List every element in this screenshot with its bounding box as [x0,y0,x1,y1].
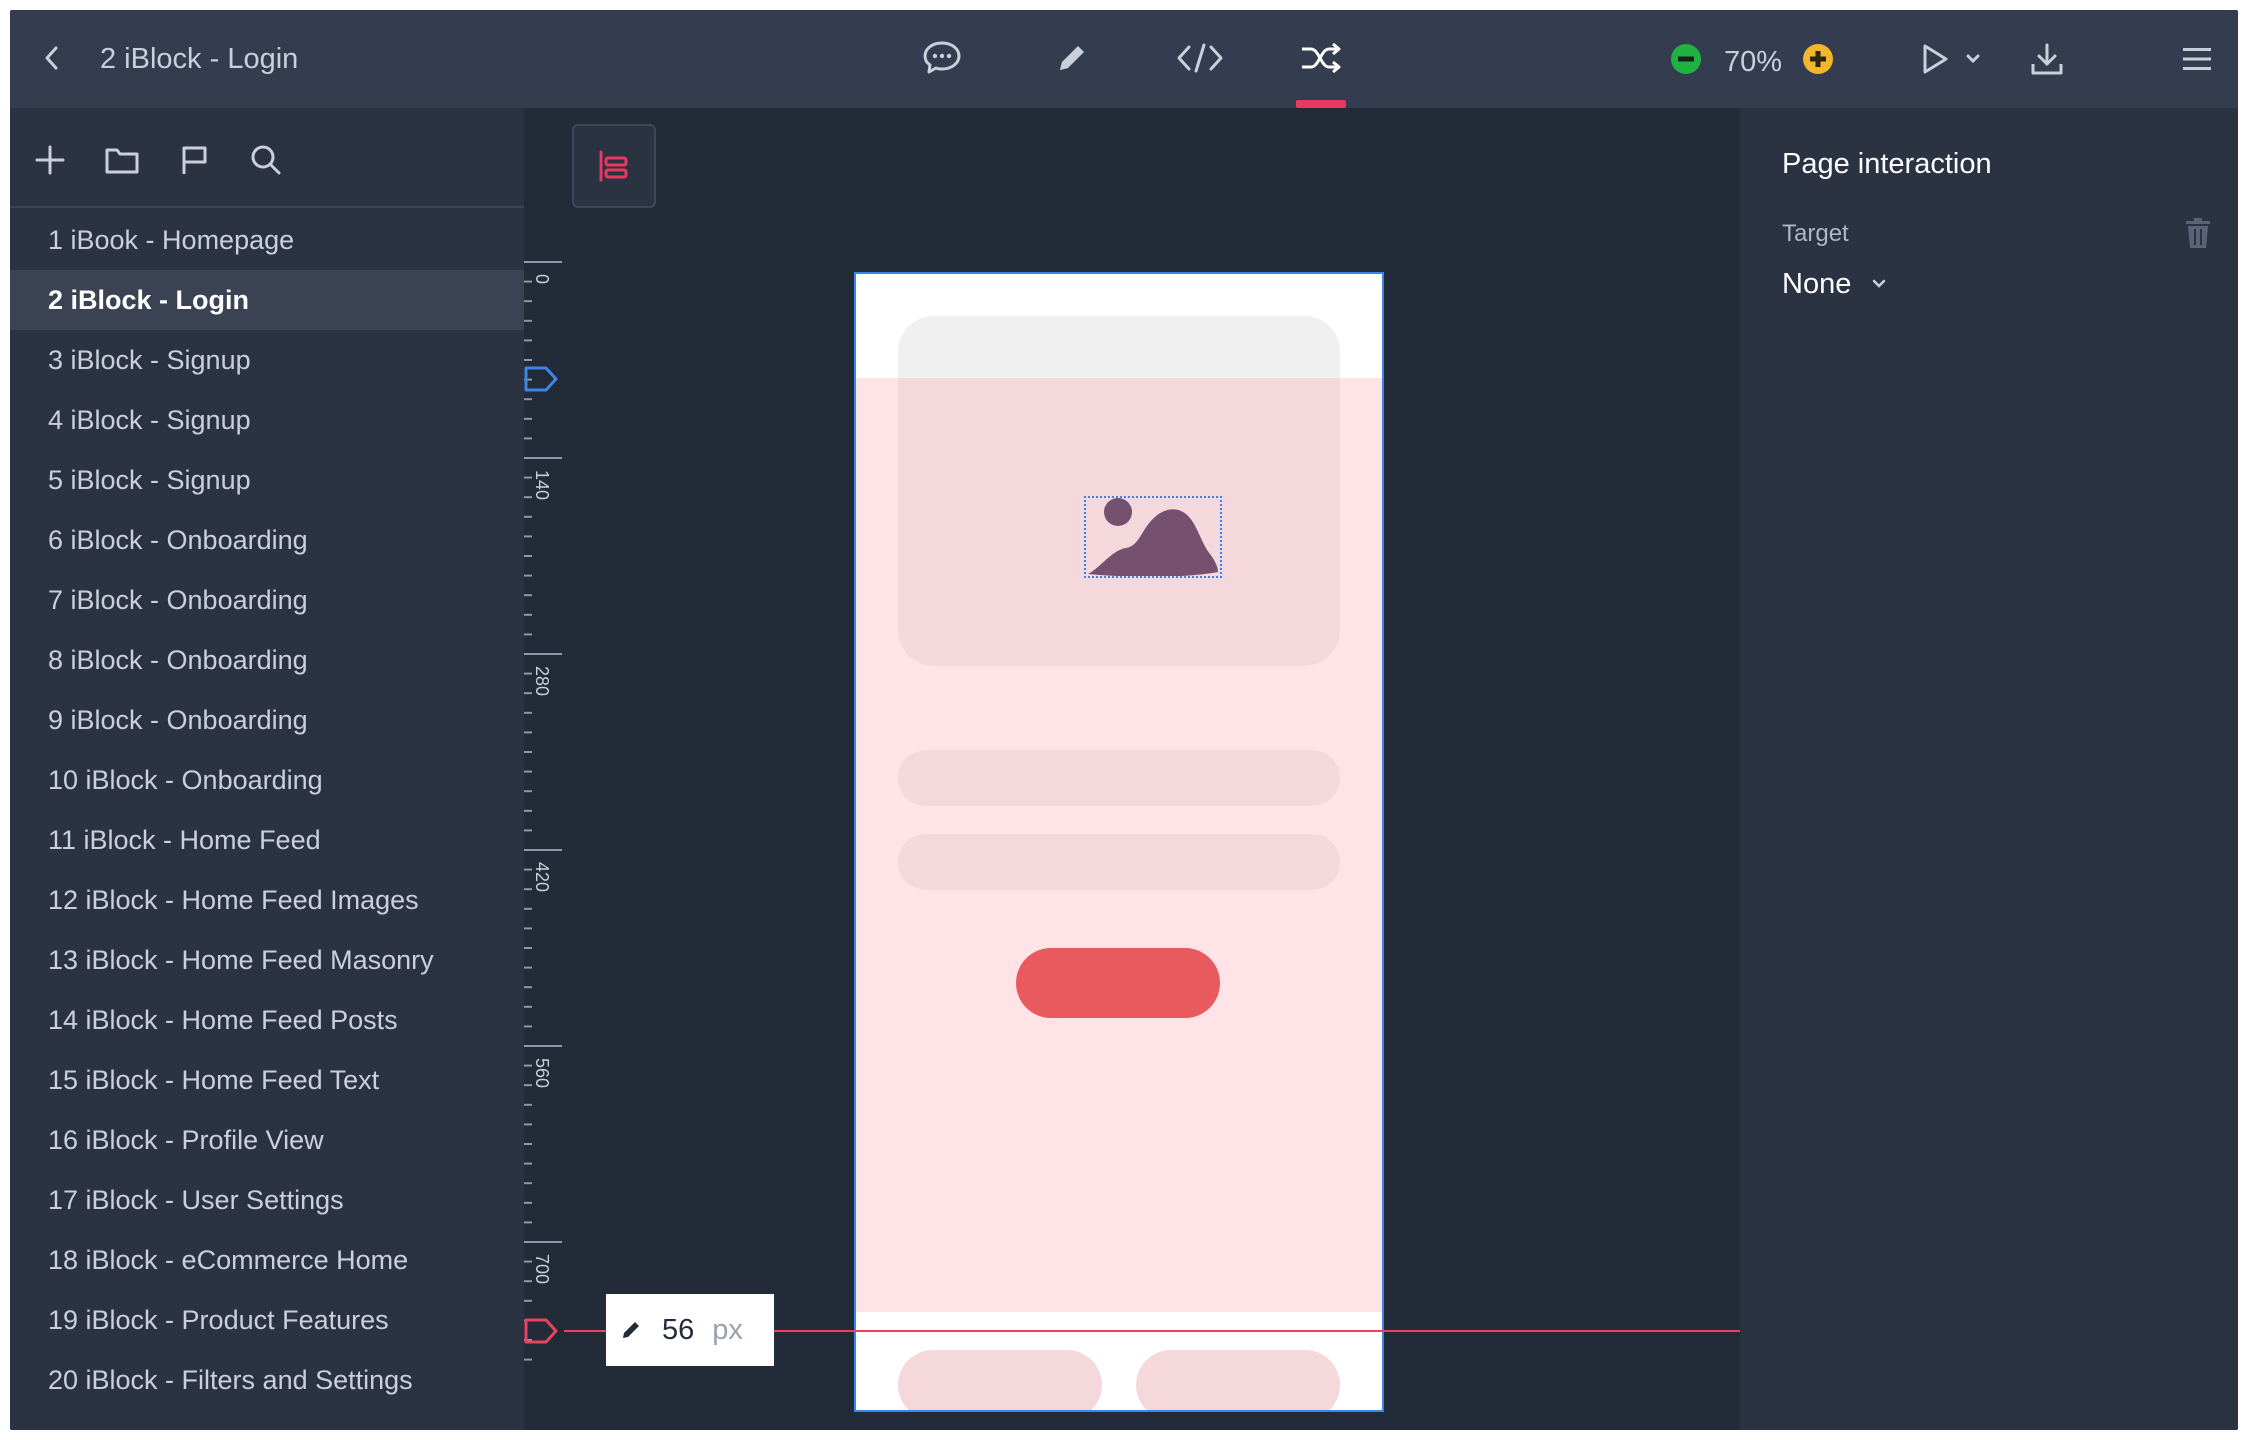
secondary-button-right[interactable] [1136,1350,1340,1410]
page-list-item[interactable]: 5 iBlock - Signup [10,450,524,510]
add-flow-button[interactable] [170,136,218,184]
secondary-button-left[interactable] [898,1350,1102,1410]
page-list-item[interactable]: 19 iBlock - Product Features [10,1290,524,1350]
pencil-icon [1060,46,1084,70]
delete-interaction-button[interactable] [2180,214,2216,252]
page-list-item[interactable]: 13 iBlock - Home Feed Masonry [10,930,524,990]
page-list-item[interactable]: 14 iBlock - Home Feed Posts [10,990,524,1050]
ruler-label: 280 [532,666,552,697]
target-select[interactable]: None [1782,264,1889,304]
page-title: 2 iBlock - Login [100,43,299,75]
ruler-label: 140 [532,470,552,501]
plus-circle-icon [1803,44,1833,74]
hero-image-placeholder[interactable] [1084,496,1222,578]
chevron-down-icon [1869,274,1889,294]
page-list-item[interactable]: 10 iBlock - Onboarding [10,750,524,810]
tool-interactions[interactable] [1293,32,1349,84]
search-icon [251,145,281,175]
design-canvas[interactable]: 0 140 280 420 560 700 56 px [524,108,1740,1430]
tool-comments[interactable] [914,32,970,84]
ruler-label: 700 [532,1254,552,1285]
page-list-item[interactable]: 20 iBlock - Filters and Settings [10,1350,524,1410]
fold-guide-handle[interactable] [524,1316,560,1346]
active-tool-indicator [1296,100,1346,108]
zoom-in-button[interactable] [1802,43,1834,75]
image-placeholder-icon [1088,498,1218,577]
trash-icon [2186,218,2210,248]
preview-button[interactable] [1910,34,1960,84]
page-list-item[interactable]: 4 iBlock - Signup [10,390,524,450]
app-window: 2 iBlock - Login 70% 1 iBook - Homepage … [10,10,2238,1430]
back-button[interactable] [30,36,74,80]
preview-options-dropdown[interactable] [1960,46,1986,72]
ruler-label: 420 [532,862,552,893]
header-guide-handle[interactable] [524,364,560,394]
ruler-label: 560 [532,1058,552,1089]
folder-icon [105,148,139,174]
page-list-item[interactable]: 12 iBlock - Home Feed Images [10,870,524,930]
flag-icon [182,146,207,174]
layers-icon [599,150,628,182]
page-list-item[interactable]: 1 iBook - Homepage [10,210,524,270]
page-list-item[interactable]: 3 iBlock - Signup [10,330,524,390]
layers-toggle-button[interactable] [572,124,656,208]
download-icon [2031,43,2063,75]
login-button-placeholder[interactable] [1016,948,1220,1018]
fold-measure-box[interactable]: 56 px [606,1294,774,1366]
page-list: 1 iBook - Homepage 2 iBlock - Login 3 iB… [10,210,524,1410]
page-list-item[interactable]: 15 iBlock - Home Feed Text [10,1050,524,1110]
tool-edit[interactable] [1044,32,1100,84]
panel-title: Page interaction [1782,148,1992,180]
ruler-label: 0 [532,274,552,285]
target-label: Target [1782,220,1849,247]
chevron-left-icon [45,46,58,70]
search-pages-button[interactable] [242,136,290,184]
shuffle-icon [1302,42,1341,74]
hamburger-menu-icon [2183,48,2211,70]
hero-card[interactable] [898,316,1340,666]
zoom-level: 70% [1724,46,1783,78]
download-button[interactable] [2022,34,2072,84]
speech-bubble-icon [923,41,961,74]
target-select-value: None [1782,268,1852,300]
fold-measure-value: 56 [662,1313,695,1346]
page-list-item[interactable]: 18 iBlock - eCommerce Home [10,1230,524,1290]
hero-card-header [898,316,1340,378]
main-menu-button[interactable] [2172,34,2222,84]
phone-artboard[interactable] [854,272,1384,1412]
pencil-icon [623,1322,639,1338]
sidebar-toolbar [10,108,524,208]
pages-sidebar: 1 iBook - Homepage 2 iBlock - Login 3 iB… [10,108,524,1430]
page-list-item[interactable]: 7 iBlock - Onboarding [10,570,524,630]
chevron-down-icon [1966,54,1980,64]
top-bar: 2 iBlock - Login 70% [10,10,2238,108]
plus-icon [35,145,65,175]
page-list-item[interactable]: 16 iBlock - Profile View [10,1110,524,1170]
interaction-panel: Page interaction Target None [1740,108,2238,1430]
page-list-item[interactable]: 11 iBlock - Home Feed [10,810,524,870]
add-page-button[interactable] [26,136,74,184]
zoom-out-button[interactable] [1670,43,1702,75]
page-list-item[interactable]: 6 iBlock - Onboarding [10,510,524,570]
code-icon [1177,43,1223,73]
tool-code[interactable] [1172,32,1228,84]
page-list-item[interactable]: 8 iBlock - Onboarding [10,630,524,690]
add-folder-button[interactable] [98,136,146,184]
fold-measure-unit: px [712,1313,743,1346]
page-list-item[interactable]: 17 iBlock - User Settings [10,1170,524,1230]
play-icon [1923,44,1948,74]
page-list-item[interactable]: 9 iBlock - Onboarding [10,690,524,750]
minus-circle-icon [1671,44,1701,74]
password-input-placeholder[interactable] [898,834,1340,890]
page-list-item-active[interactable]: 2 iBlock - Login [10,270,524,330]
email-input-placeholder[interactable] [898,750,1340,806]
